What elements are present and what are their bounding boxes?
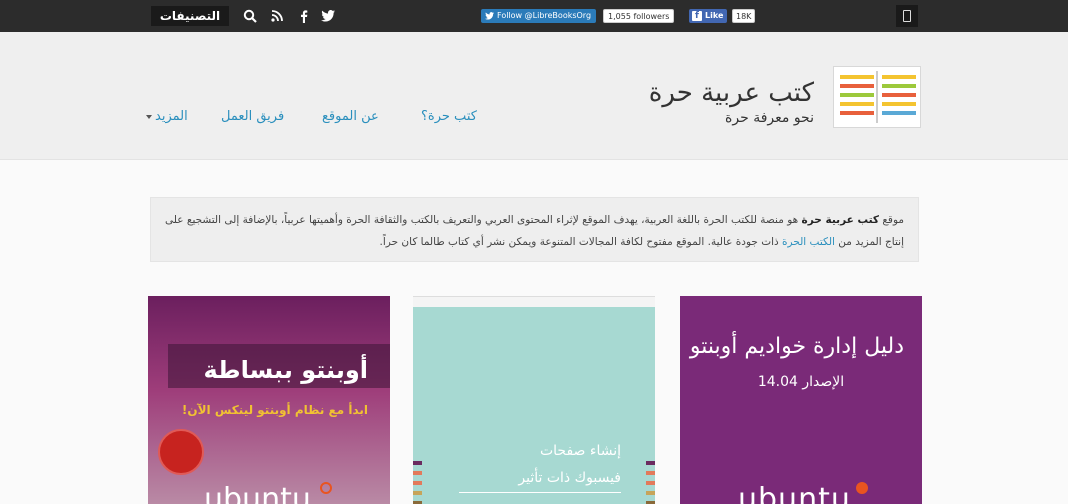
- ubuntu-logo-icon: [320, 482, 332, 494]
- intro-free-books-link[interactable]: الكتب الحرة: [782, 236, 835, 248]
- facebook-like-count: 18K: [732, 9, 756, 23]
- book-card-ubuntu-server[interactable]: دليل إدارة خواديم أوبنتو الإصدار 14.04 u…: [680, 296, 922, 504]
- site-logo[interactable]: [833, 66, 921, 128]
- book-title: إنشاء صفحات: [539, 443, 621, 459]
- ubuntu-wordmark: ubuntu: [738, 482, 851, 504]
- twitter-bird-icon: [485, 12, 494, 20]
- ubuntu-logo-icon: [856, 482, 868, 494]
- site-title[interactable]: كتب عربية حرة: [649, 78, 814, 108]
- book-title: أوبنتو ببساطة: [203, 356, 368, 384]
- stamp-seal-icon: [158, 429, 204, 475]
- intro-box: موقع كتب عربية حرة هو منصة للكتب الحرة ب…: [150, 197, 919, 262]
- ubuntu-wordmark: ubuntu: [204, 482, 311, 504]
- twitter-follower-count: 1,055 followers: [603, 9, 675, 23]
- top-bar: التصنيفات Follow @LibreBooksOrg 1,055 fo…: [0, 0, 1068, 32]
- intro-lead: موقع: [882, 214, 904, 226]
- book-card-facebook-pages[interactable]: إنشاء صفحات فيسبوك ذات تأثير: [413, 296, 655, 504]
- rss-icon[interactable]: [269, 8, 285, 24]
- divider: [459, 492, 621, 493]
- book-subtitle: الإصدار 14.04: [757, 374, 845, 390]
- facebook-like-label: Like: [705, 11, 724, 20]
- categories-button[interactable]: التصنيفات: [151, 6, 229, 26]
- nav-free-books[interactable]: كتب حرة؟: [421, 109, 477, 124]
- caret-down-icon: [146, 114, 152, 119]
- book-card-ubuntu-simple[interactable]: أوبنتو ببساطة ابدأ مع نظام أوبنتو لينكس …: [148, 296, 390, 504]
- book-subtitle: ابدأ مع نظام أوبنتو لينكس الآن!: [181, 403, 368, 417]
- book-cover: إنشاء صفحات فيسبوك ذات تأثير: [413, 307, 655, 504]
- intro-text-2: ذات جودة عالية. الموقع مفتوح لكافة المجا…: [379, 236, 779, 248]
- nav-more-dropdown[interactable]: المزيد: [146, 109, 188, 124]
- intro-brand: كتب عربية حرة: [801, 214, 879, 226]
- nav-team[interactable]: فريق العمل: [221, 109, 284, 124]
- facebook-f-icon: f: [692, 11, 702, 21]
- mobile-icon[interactable]: [896, 5, 918, 27]
- twitter-follow-button[interactable]: Follow @LibreBooksOrg: [481, 9, 597, 23]
- facebook-icon[interactable]: [296, 8, 312, 24]
- book-title: دليل إدارة خواديم أوبنتو: [689, 334, 904, 359]
- search-icon[interactable]: [242, 8, 258, 24]
- decorative-stripes: [646, 461, 655, 504]
- nav-more-label: المزيد: [155, 109, 188, 124]
- twitter-icon[interactable]: [320, 8, 336, 24]
- twitter-follow-label: Follow @LibreBooksOrg: [497, 11, 592, 20]
- decorative-stripes: [413, 461, 422, 504]
- nav-about[interactable]: عن الموقع: [322, 109, 379, 124]
- site-tagline: نحو معرفة حرة: [725, 110, 814, 126]
- book-subtitle: فيسبوك ذات تأثير: [518, 470, 621, 486]
- facebook-like-button[interactable]: f Like: [689, 9, 728, 23]
